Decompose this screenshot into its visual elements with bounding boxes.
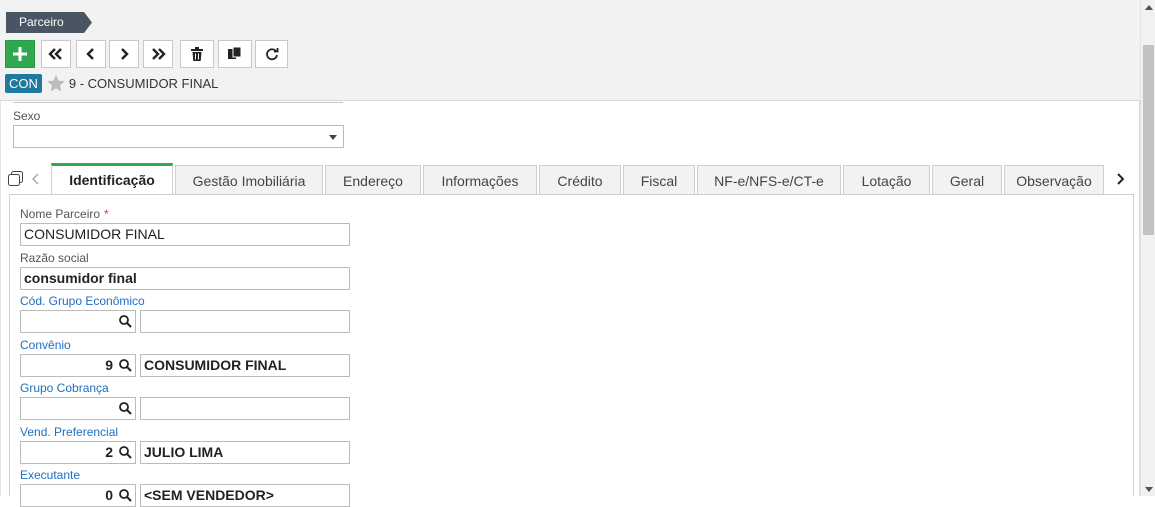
search-icon[interactable] xyxy=(119,359,132,372)
refresh-button[interactable] xyxy=(255,40,288,68)
vend-preferencial-label[interactable]: Vend. Preferencial xyxy=(20,425,118,439)
tab-scroll-left-icon[interactable] xyxy=(32,173,40,185)
add-icon xyxy=(13,47,27,61)
nome-parceiro-label: Nome Parceiro * xyxy=(20,207,109,221)
last-record-button[interactable] xyxy=(143,40,173,68)
tab-informacoes[interactable]: Informações xyxy=(423,165,537,195)
arrow-up-icon xyxy=(1144,4,1153,10)
vertical-scrollbar[interactable] xyxy=(1140,0,1155,496)
duplicate-icon xyxy=(228,47,242,59)
scroll-up-arrow[interactable] xyxy=(1141,0,1155,14)
grupo-cobranca-desc xyxy=(140,397,350,420)
add-button[interactable] xyxy=(5,40,35,68)
vend-preferencial-code-input[interactable]: 2 xyxy=(20,441,136,464)
razao-social-label: Razão social xyxy=(20,251,89,265)
grupo-economico-label[interactable]: Cód. Grupo Econômico xyxy=(20,294,145,308)
convenio-desc: CONSUMIDOR FINAL xyxy=(140,354,350,377)
sexo-select[interactable] xyxy=(13,125,344,148)
search-icon[interactable] xyxy=(119,446,132,459)
scroll-down-arrow[interactable] xyxy=(1141,482,1155,496)
identificacao-panel: Nome Parceiro * CONSUMIDOR FINAL Razão so… xyxy=(9,194,1134,507)
search-icon[interactable] xyxy=(119,402,132,415)
convenio-code-input[interactable]: 9 xyxy=(20,354,136,377)
chevron-down-icon xyxy=(329,135,337,140)
next-record-icon xyxy=(121,48,129,60)
last-record-icon xyxy=(152,48,166,60)
tab-scroll-right-icon[interactable] xyxy=(1116,173,1124,185)
record-header: CON 9 - CONSUMIDOR FINAL xyxy=(5,73,218,93)
razao-social-input[interactable]: consumidor final xyxy=(20,267,350,290)
favorite-star-icon[interactable] xyxy=(47,74,65,92)
scrollbar-thumb[interactable] xyxy=(1143,45,1154,235)
sexo-label: Sexo xyxy=(13,109,41,123)
tab-credito[interactable]: Crédito xyxy=(539,165,621,195)
delete-button[interactable] xyxy=(180,40,214,68)
first-record-icon xyxy=(48,48,62,60)
grupo-cobranca-code-input[interactable] xyxy=(20,397,136,420)
tab-geral[interactable]: Geral xyxy=(932,165,1002,195)
tab-nfe[interactable]: NF-e/NFS-e/CT-e xyxy=(697,165,841,195)
previous-record-icon xyxy=(86,48,94,60)
search-icon[interactable] xyxy=(119,315,132,328)
partial-field-border xyxy=(13,101,343,103)
tab-lotacao[interactable]: Lotação xyxy=(843,165,930,195)
executante-label[interactable]: Executante xyxy=(20,468,80,482)
refresh-icon xyxy=(265,48,278,61)
nome-parceiro-input[interactable]: CONSUMIDOR FINAL xyxy=(20,223,350,246)
record-title: 9 - CONSUMIDOR FINAL xyxy=(68,75,219,91)
next-record-button[interactable] xyxy=(109,40,139,68)
tab-bar: Identificação Gestão Imobiliária Endereç… xyxy=(1,163,1141,195)
first-record-button[interactable] xyxy=(41,40,71,68)
entity-badge: CON xyxy=(5,73,42,93)
arrow-down-icon xyxy=(1144,486,1153,492)
header: Parceiro CON 9 - CONSUMIDOR FINAL xyxy=(0,0,1140,101)
required-marker: * xyxy=(104,207,109,221)
grupo-economico-code-input[interactable] xyxy=(20,310,136,333)
tab-endereco[interactable]: Endereço xyxy=(325,165,421,195)
form-content: Sexo Identificação Gestão Imobiliária En… xyxy=(0,101,1141,507)
previous-record-button[interactable] xyxy=(76,40,106,68)
tab-identificacao[interactable]: Identificação xyxy=(51,163,173,195)
copy-panel-icon[interactable] xyxy=(8,171,23,186)
delete-icon xyxy=(191,47,203,61)
tab-fiscal[interactable]: Fiscal xyxy=(623,165,695,195)
duplicate-button[interactable] xyxy=(218,40,252,68)
tab-gestao-imobiliaria[interactable]: Gestão Imobiliária xyxy=(175,165,323,195)
convenio-label[interactable]: Convênio xyxy=(20,338,71,352)
breadcrumb[interactable]: Parceiro xyxy=(6,12,92,33)
tab-observacao[interactable]: Observação xyxy=(1004,165,1104,195)
grupo-economico-desc xyxy=(140,310,350,333)
grupo-cobranca-label[interactable]: Grupo Cobrança xyxy=(20,381,109,395)
vend-preferencial-desc: JULIO LIMA xyxy=(140,441,350,464)
